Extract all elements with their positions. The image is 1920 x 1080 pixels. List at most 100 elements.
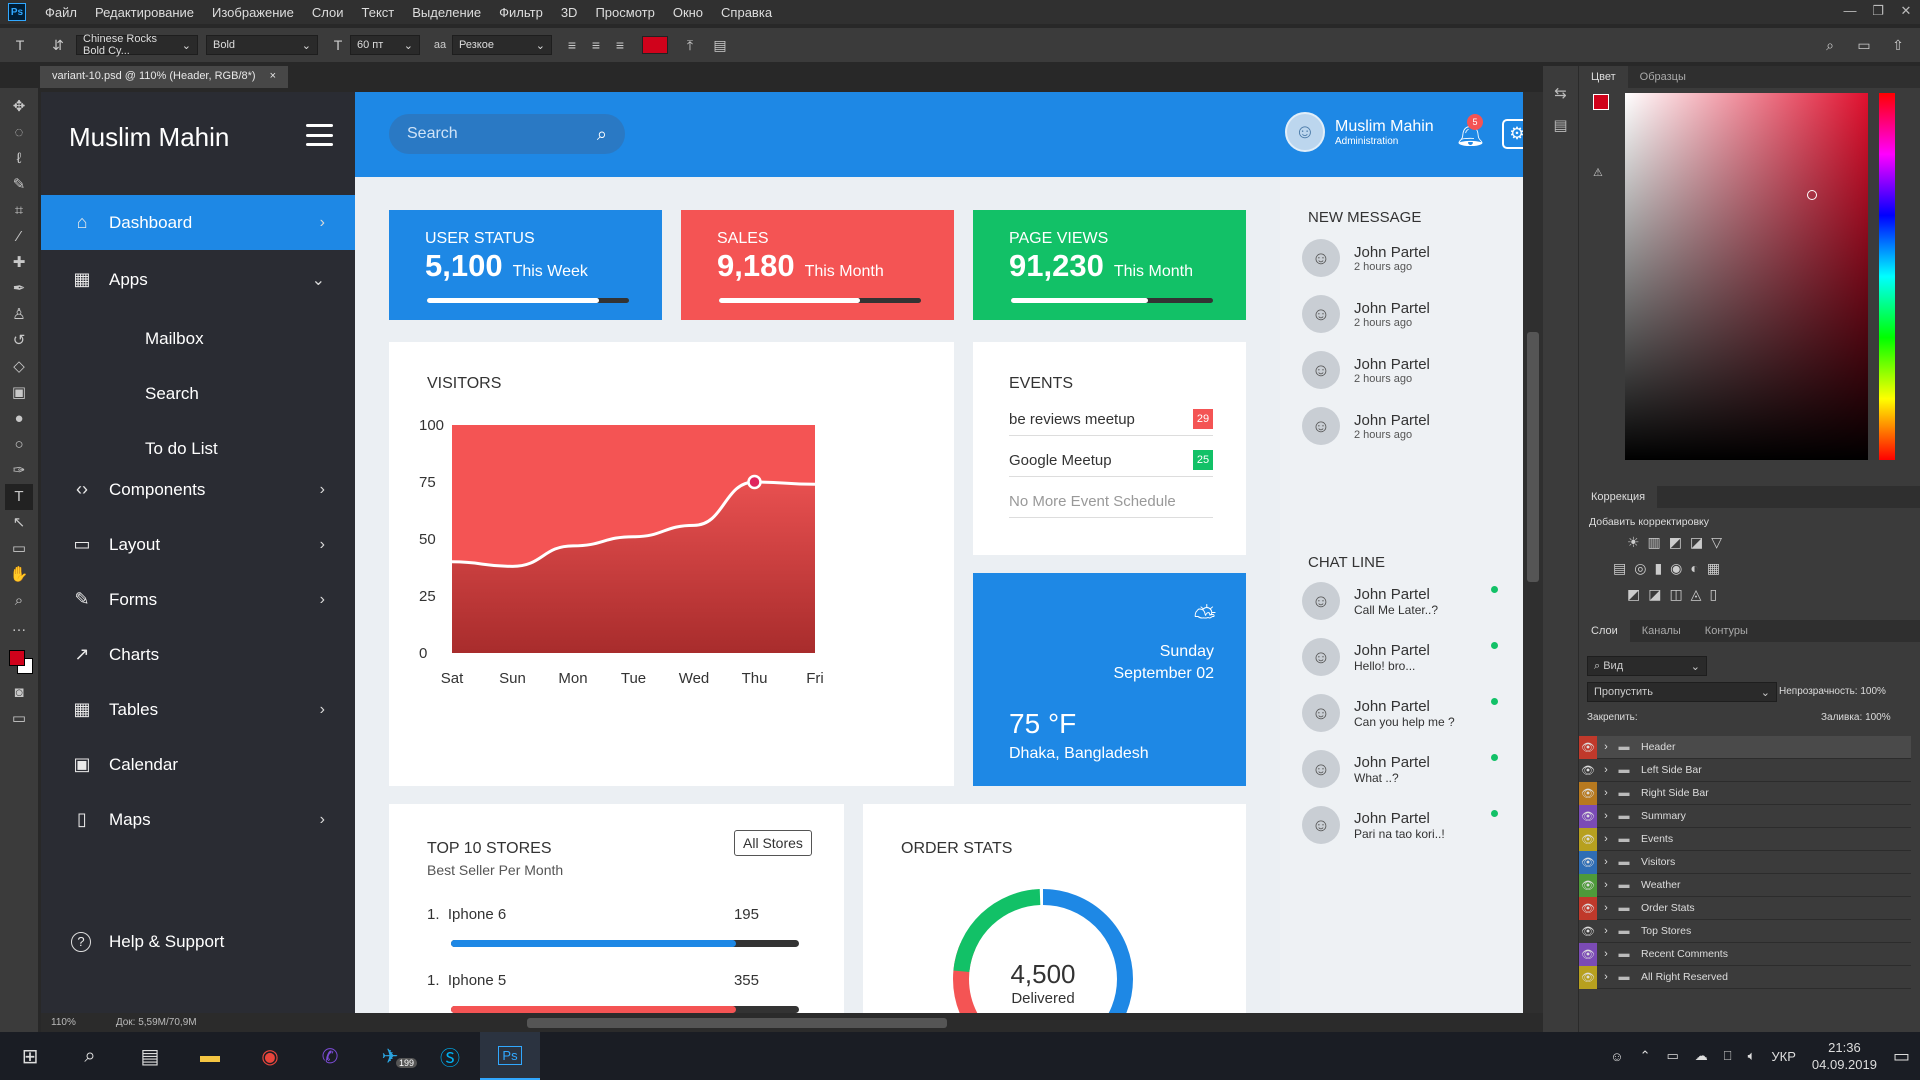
message-item[interactable]: ☺ John Partel 2 hours ago <box>1302 295 1430 333</box>
sidebar-item-calendar[interactable]: ▣ Calendar <box>41 737 355 792</box>
color-field[interactable] <box>1625 93 1868 460</box>
expand-chevron-icon[interactable]: › <box>1597 782 1615 805</box>
expand-chevron-icon[interactable]: › <box>1597 943 1615 966</box>
expand-chevron-icon[interactable]: › <box>1597 759 1615 782</box>
blend-mode-select[interactable]: Пропустить ⌄ <box>1587 682 1777 702</box>
tab-paths[interactable]: Контуры <box>1693 620 1760 642</box>
color-picker-cursor[interactable] <box>1807 190 1817 200</box>
stamp-tool-icon[interactable]: ♙ <box>5 302 33 328</box>
search-icon[interactable]: ⌕ <box>1818 37 1842 54</box>
chat-item[interactable]: ☺ John Partel Hello! bro... <box>1302 638 1502 676</box>
battery-icon[interactable]: ▭ <box>1666 1048 1678 1064</box>
settings-gear-icon[interactable]: ⚙ <box>1502 119 1523 149</box>
align-center-icon[interactable]: ≡ <box>584 37 608 53</box>
dodge-tool-icon[interactable]: ○ <box>5 432 33 458</box>
language-indicator[interactable]: УКР <box>1771 1049 1796 1064</box>
panel-foreground-swatch[interactable] <box>1593 94 1609 110</box>
search-input[interactable]: Search ⌕ <box>389 114 625 154</box>
chrome-icon[interactable]: ◉ <box>240 1032 300 1080</box>
message-item[interactable]: ☺ John Partel 2 hours ago <box>1302 351 1430 389</box>
layer-row[interactable]: 👁︎ › ▬ Order Stats <box>1579 896 1911 920</box>
type-tool-icon[interactable]: T <box>5 484 33 510</box>
gradient-tool-icon[interactable]: ▣ <box>5 380 33 406</box>
menu-item[interactable]: Слои <box>303 5 353 20</box>
clock[interactable]: 21:36 04.09.2019 <box>1812 1039 1877 1073</box>
brush-tool-icon[interactable]: ✒ <box>5 276 33 302</box>
antialias-select[interactable]: Резкое ⌄ <box>452 35 552 55</box>
photoshop-taskbar-icon[interactable]: Ps <box>480 1032 540 1080</box>
fill-value[interactable]: 100% <box>1865 712 1891 723</box>
viber-icon[interactable]: ✆ <box>300 1032 360 1080</box>
quick-select-tool-icon[interactable]: ✎ <box>5 172 33 198</box>
screen-mode-icon[interactable]: ▭ <box>5 706 33 732</box>
eye-icon[interactable]: 👁︎ <box>1579 827 1597 851</box>
layer-row[interactable]: 👁︎ › ▬ Right Side Bar <box>1579 781 1911 805</box>
menu-item[interactable]: Выделение <box>403 5 490 20</box>
text-orientation-icon[interactable]: ⇵ <box>46 37 70 54</box>
pen-tool-icon[interactable]: ✑ <box>5 458 33 484</box>
menu-item[interactable]: 3D <box>552 5 587 20</box>
horizontal-scrollbar[interactable] <box>526 1017 947 1028</box>
expand-chevron-icon[interactable]: › <box>1597 966 1615 989</box>
chat-item[interactable]: ☺ John Partel Call Me Later..? <box>1302 582 1502 620</box>
layer-row[interactable]: 👁︎ › ▬ Top Stores <box>1579 919 1911 943</box>
restore-icon[interactable]: ❐ <box>1864 0 1892 22</box>
layer-row[interactable]: 👁︎ › ▬ Weather <box>1579 873 1911 897</box>
foreground-color-swatch[interactable] <box>9 650 25 666</box>
message-item[interactable]: ☺ John Partel 2 hours ago <box>1302 239 1430 277</box>
tab-swatches[interactable]: Образцы <box>1628 66 1698 88</box>
sidebar-subitem-search[interactable]: Search <box>145 384 199 404</box>
font-family-select[interactable]: Chinese Rocks Bold Cy... ⌄ <box>76 33 198 57</box>
eye-icon[interactable]: 👁︎ <box>1579 919 1597 943</box>
sidebar-item-layout[interactable]: ▭ Layout › <box>41 517 355 572</box>
layer-filter-select[interactable]: ⌕ Вид ⌄ <box>1587 656 1707 676</box>
people-icon[interactable]: ☺ <box>1610 1049 1623 1064</box>
menu-item[interactable]: Текст <box>353 5 404 20</box>
font-style-select[interactable]: Bold ⌄ <box>206 35 318 55</box>
file-explorer-icon[interactable]: ▬ <box>180 1032 240 1080</box>
sidebar-item-apps[interactable]: ▦ Apps ⌄ <box>41 252 355 307</box>
zoom-level[interactable]: 110% <box>51 1017 76 1028</box>
eye-icon[interactable]: 👁︎ <box>1579 873 1597 897</box>
sidebar-item-charts[interactable]: ↗ Charts <box>41 627 355 682</box>
eye-icon[interactable]: 👁︎ <box>1579 804 1597 828</box>
close-window-icon[interactable]: ✕ <box>1892 0 1920 22</box>
adjustment-icons[interactable]: ☀▥◩◪▽ <box>1627 534 1730 551</box>
sidebar-item-tables[interactable]: ▦ Tables › <box>41 682 355 737</box>
windows-start-icon[interactable]: ⊞ <box>0 1032 60 1080</box>
font-size-select[interactable]: 60 пт ⌄ <box>350 35 420 55</box>
eye-icon[interactable]: 👁︎ <box>1579 942 1597 966</box>
telegram-icon[interactable]: ✈ 199 <box>360 1032 420 1080</box>
menu-toggle-icon[interactable] <box>306 124 333 146</box>
eyedropper-tool-icon[interactable]: ⁄ <box>5 224 33 250</box>
tray-chevron-icon[interactable]: ⌃ <box>1640 1048 1651 1064</box>
sidebar-item-help[interactable]: ? Help & Support <box>41 914 355 969</box>
share-icon[interactable]: ⇧ <box>1886 37 1910 54</box>
photoshop-logo-icon[interactable]: Ps <box>8 3 26 21</box>
tab-layers[interactable]: Слои <box>1579 620 1630 642</box>
expand-chevron-icon[interactable]: › <box>1597 920 1615 943</box>
adjustment-icons-row2[interactable]: ▤◎▮◉◐▦ <box>1613 560 1728 577</box>
align-right-icon[interactable]: ≡ <box>608 37 632 53</box>
expand-chevron-icon[interactable]: › <box>1597 851 1615 874</box>
move-tool-icon[interactable]: ✥ <box>5 94 33 120</box>
history-brush-icon[interactable]: ↺ <box>5 328 33 354</box>
text-color-swatch[interactable] <box>642 36 668 54</box>
menu-item[interactable]: Фильтр <box>490 5 552 20</box>
event-item[interactable]: be reviews meetup 29 <box>1009 403 1213 436</box>
sidebar-subitem-mailbox[interactable]: Mailbox <box>145 329 204 349</box>
eye-icon[interactable]: 👁︎ <box>1579 965 1597 989</box>
rectangle-tool-icon[interactable]: ▭ <box>5 536 33 562</box>
history-panel-icon[interactable]: ⇆ <box>1543 84 1578 102</box>
tab-channels[interactable]: Каналы <box>1630 620 1693 642</box>
menu-item[interactable]: Окно <box>664 5 712 20</box>
menu-item[interactable]: Справка <box>712 5 781 20</box>
expand-chevron-icon[interactable]: › <box>1597 828 1615 851</box>
quick-mask-icon[interactable]: ◙ <box>5 680 33 706</box>
chart-highlight-point[interactable] <box>747 474 762 490</box>
layer-row[interactable]: 👁︎ › ▬ All Right Reserved <box>1579 965 1911 989</box>
layer-row[interactable]: 👁︎ › ▬ Recent Comments <box>1579 942 1911 966</box>
document-tab[interactable]: variant-10.psd @ 110% (Header, RGB/8*) × <box>40 66 288 88</box>
hue-slider[interactable] <box>1879 93 1895 460</box>
menu-item[interactable]: Просмотр <box>586 5 663 20</box>
